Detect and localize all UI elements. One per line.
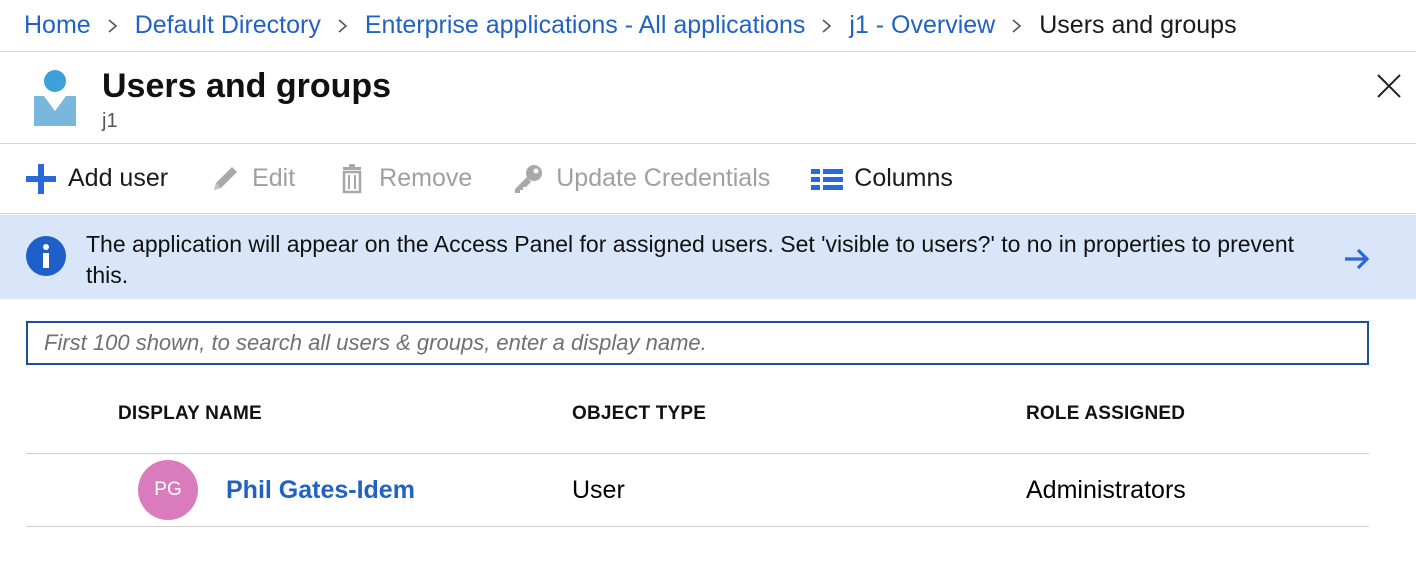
- update-credentials-label: Update Credentials: [556, 164, 771, 192]
- chevron-right-icon: [321, 18, 365, 33]
- update-credentials-button[interactable]: Update Credentials: [512, 162, 770, 196]
- breadcrumb-current: Users and groups: [1039, 11, 1237, 39]
- column-header-display-name[interactable]: DISPLAY NAME: [118, 403, 262, 425]
- search-input[interactable]: [26, 321, 1369, 365]
- columns-label: Columns: [854, 164, 953, 192]
- trash-icon: [335, 162, 369, 196]
- arrow-right-icon[interactable]: [1342, 246, 1372, 272]
- columns-icon: [810, 162, 844, 196]
- avatar: PG: [138, 460, 198, 520]
- edit-button[interactable]: Edit: [208, 162, 295, 196]
- info-icon: [26, 236, 66, 276]
- breadcrumb-enterprise-applications[interactable]: Enterprise applications - All applicatio…: [365, 11, 806, 40]
- key-icon: [512, 162, 546, 196]
- remove-label: Remove: [379, 164, 473, 192]
- chevron-right-icon: [805, 18, 849, 33]
- role-assigned-cell: Administrators: [1026, 476, 1186, 504]
- add-user-label: Add user: [68, 164, 169, 192]
- users-table: DISPLAY NAME OBJECT TYPE ROLE ASSIGNED P…: [26, 385, 1369, 527]
- object-type-cell: User: [572, 476, 625, 504]
- blade-header: Users and groups j1: [0, 53, 1416, 144]
- close-icon[interactable]: [1374, 71, 1404, 101]
- add-user-button[interactable]: Add user: [24, 162, 168, 196]
- command-bar: Add user Edit Remove Update Credentials …: [0, 144, 1416, 214]
- chevron-right-icon: [995, 18, 1039, 33]
- breadcrumb: Home Default Directory Enterprise applic…: [0, 0, 1416, 52]
- remove-button[interactable]: Remove: [335, 162, 472, 196]
- breadcrumb-default-directory[interactable]: Default Directory: [135, 11, 321, 40]
- page-title: Users and groups: [102, 67, 392, 105]
- edit-label: Edit: [252, 164, 296, 192]
- pencil-icon: [208, 162, 242, 196]
- column-header-object-type[interactable]: OBJECT TYPE: [572, 403, 706, 425]
- page-subtitle: j1: [102, 110, 118, 132]
- column-header-role-assigned[interactable]: ROLE ASSIGNED: [1026, 403, 1185, 425]
- chevron-right-icon: [91, 18, 135, 33]
- info-banner[interactable]: The application will appear on the Acces…: [0, 215, 1416, 299]
- table-row[interactable]: PG Phil Gates-Idem User Administrators: [26, 454, 1369, 527]
- user-blade-icon: [32, 69, 78, 127]
- breadcrumb-home[interactable]: Home: [24, 11, 91, 40]
- info-banner-text: The application will appear on the Acces…: [86, 231, 1295, 288]
- breadcrumb-j1-overview[interactable]: j1 - Overview: [849, 11, 995, 40]
- user-display-name-link[interactable]: Phil Gates-Idem: [226, 476, 415, 505]
- plus-icon: [24, 162, 58, 196]
- columns-button[interactable]: Columns: [810, 162, 953, 196]
- table-header: DISPLAY NAME OBJECT TYPE ROLE ASSIGNED: [26, 385, 1369, 454]
